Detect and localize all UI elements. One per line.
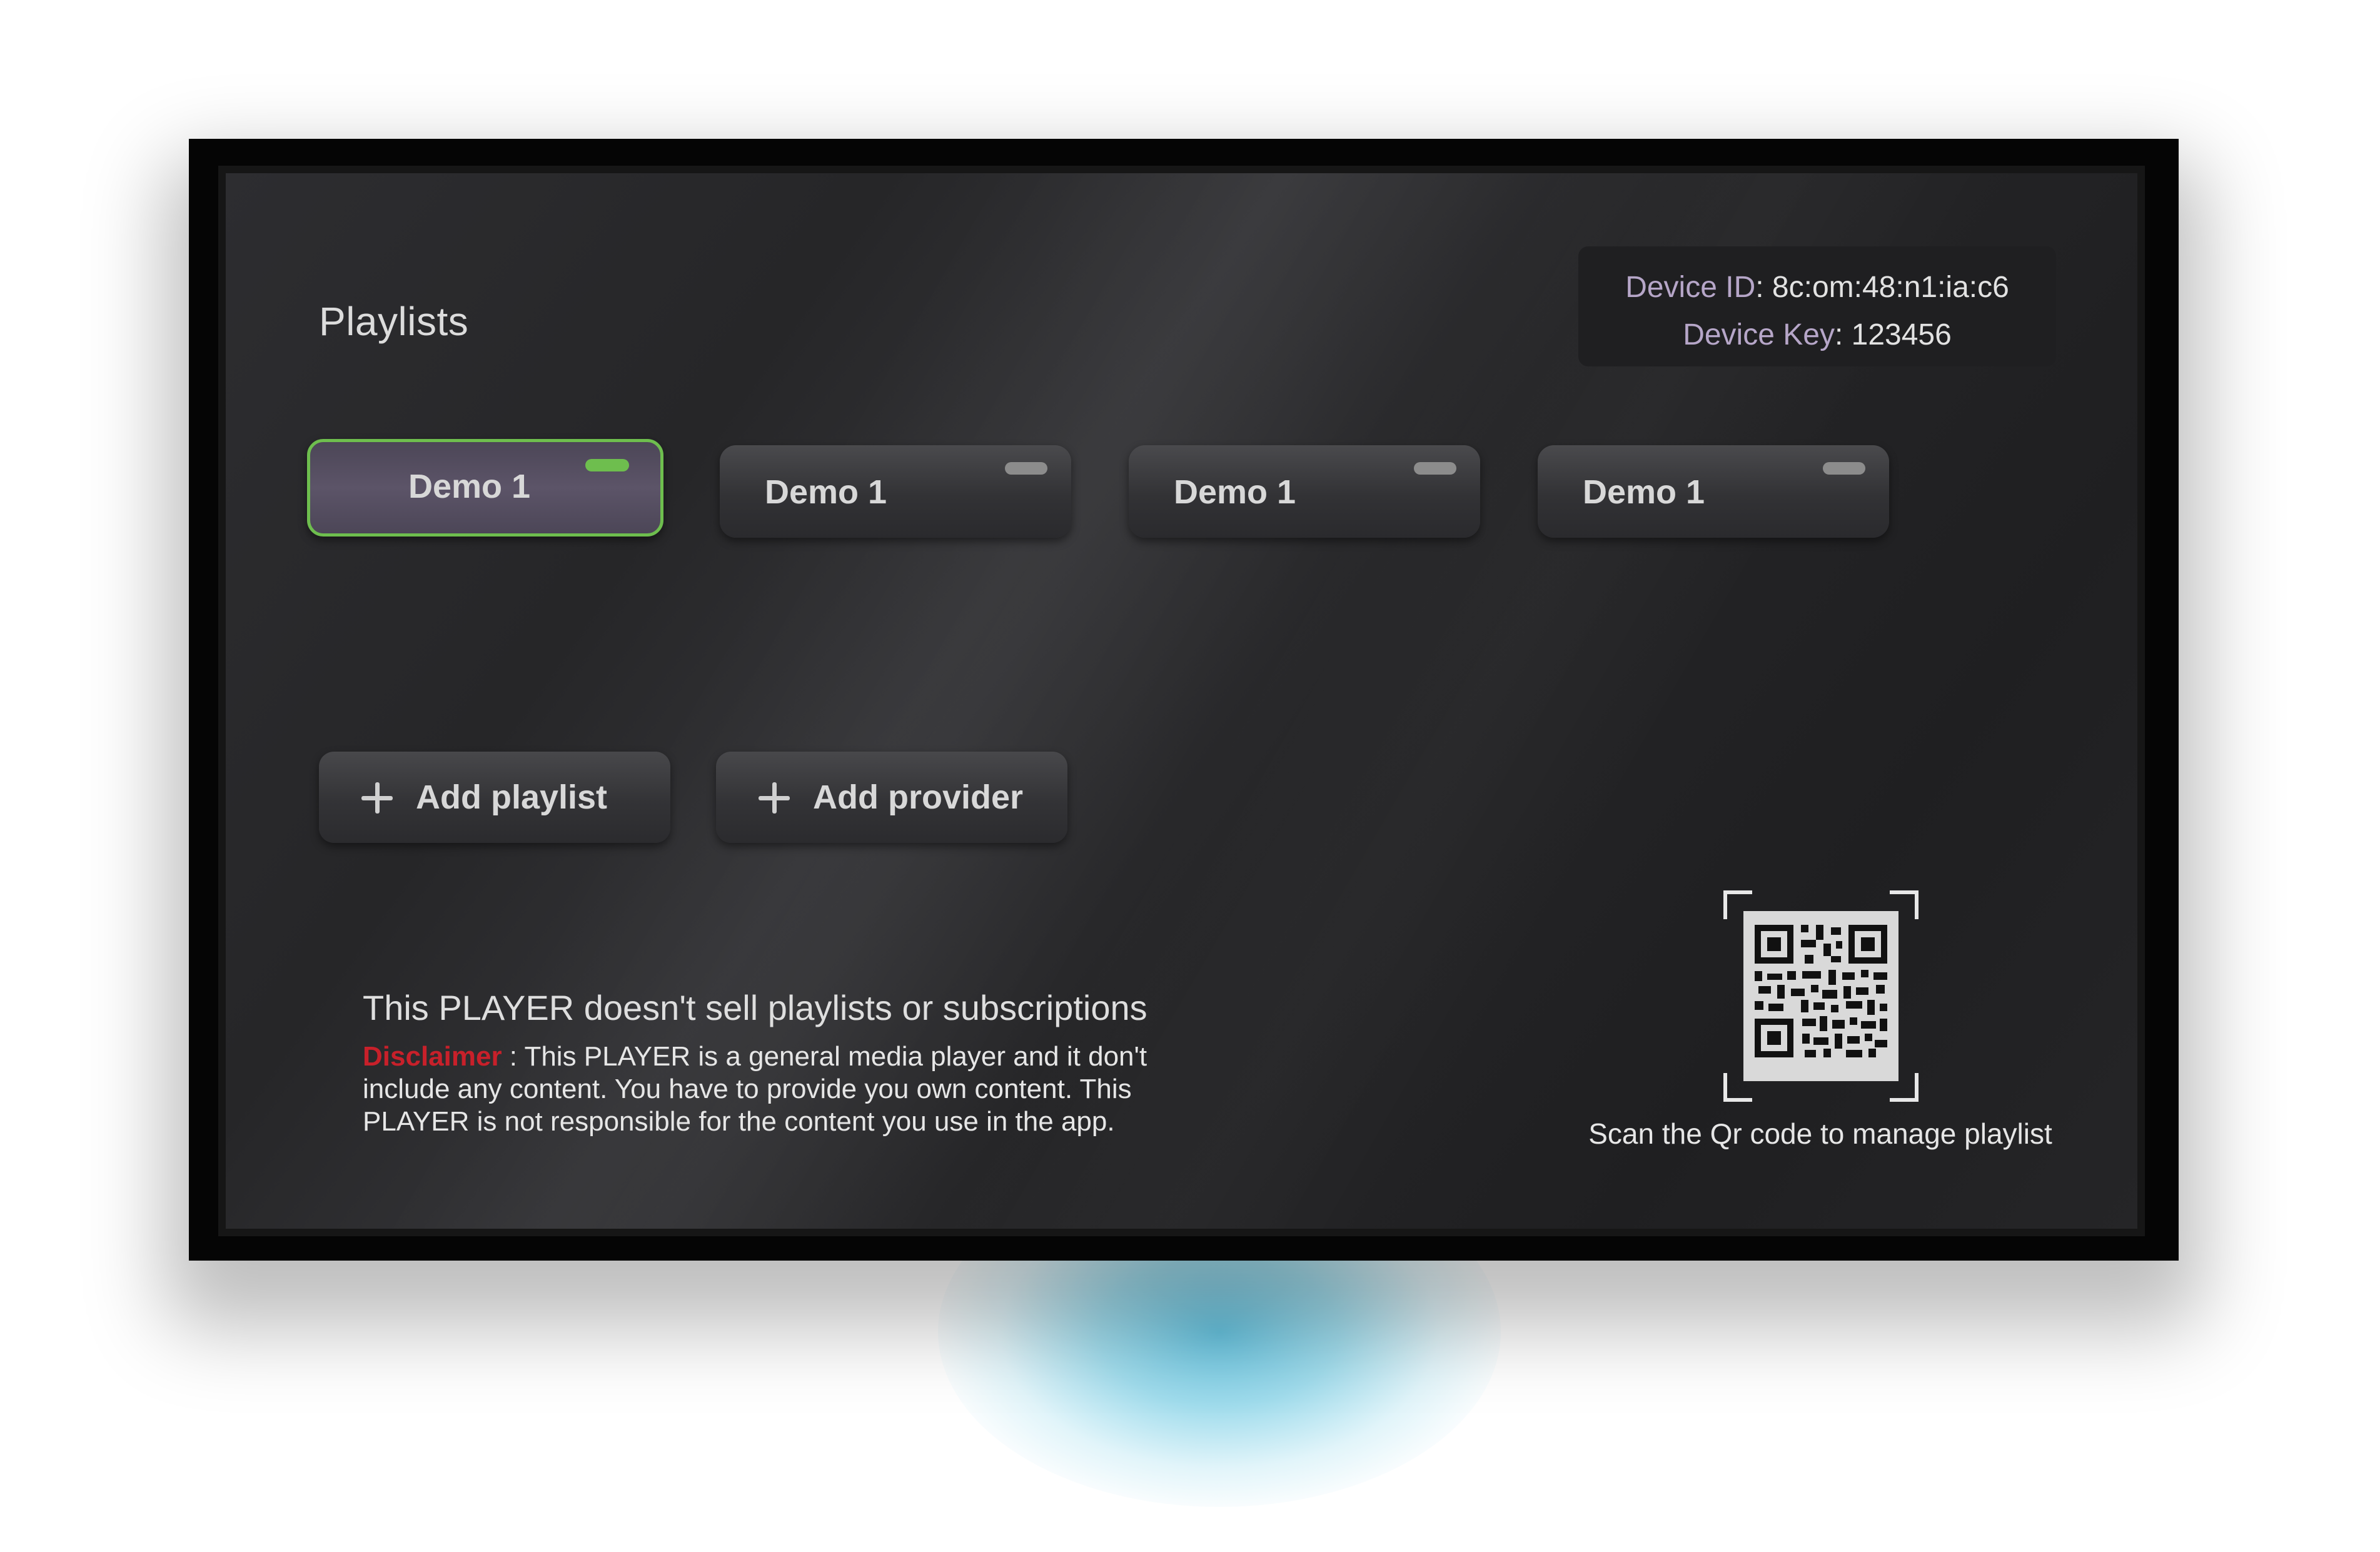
device-id-label: Device ID: [1625, 271, 1756, 304]
disclaimer-headline: This PLAYER doesn't sell playlists or su…: [363, 988, 1147, 1027]
playlist-status-indicator: [1005, 462, 1047, 475]
device-info-box: Device ID: 8c:om:48:n1:ia:c6 Device Key:…: [1578, 246, 2056, 366]
disclaimer-tag: Disclaimer: [363, 1041, 502, 1072]
playlist-status-indicator: [1414, 462, 1456, 475]
device-id-row: Device ID: 8c:om:48:n1:ia:c6: [1625, 271, 2009, 304]
disclaimer-section: This PLAYER doesn't sell playlists or su…: [363, 987, 1188, 1138]
playlist-card-label: Demo 1: [1174, 473, 1296, 511]
add-provider-button[interactable]: Add provider: [716, 752, 1067, 843]
page-title: Playlists: [319, 299, 469, 344]
add-playlist-label: Add playlist: [416, 779, 608, 816]
playlist-card-label: Demo 1: [1583, 473, 1705, 511]
plus-icon: [361, 782, 393, 814]
device-id-value: 8c:om:48:n1:ia:c6: [1772, 271, 2009, 304]
add-provider-label: Add provider: [813, 779, 1024, 816]
qr-section: Scan the Qr code to manage playlist: [1583, 890, 2058, 1166]
plus-icon: [759, 782, 790, 814]
disclaimer-body: Disclaimer : This PLAYER is a general me…: [363, 1041, 1188, 1138]
playlist-card[interactable]: Demo 1: [720, 445, 1071, 538]
playlist-status-indicator: [585, 459, 629, 471]
qr-caption: Scan the Qr code to manage playlist: [1588, 1117, 2052, 1150]
qr-scan-frame: [1723, 890, 1919, 1102]
tv-screen: Playlists Device ID: 8c:om:48:n1:ia:c6 D…: [218, 166, 2145, 1236]
qr-code-icon: [1743, 911, 1898, 1081]
playlist-card[interactable]: Demo 1: [307, 439, 663, 537]
playlist-card[interactable]: Demo 1: [1129, 445, 1480, 538]
add-playlist-button[interactable]: Add playlist: [319, 752, 670, 843]
playlist-card[interactable]: Demo 1: [1538, 445, 1889, 538]
playlist-list: Demo 1 Demo 1 Demo 1 Demo 1: [307, 439, 1933, 539]
device-key-value: 123456: [1851, 318, 1952, 351]
playlist-status-indicator: [1823, 462, 1865, 475]
playlist-card-label: Demo 1: [765, 473, 887, 511]
playlist-card-label: Demo 1: [408, 468, 531, 505]
tv-frame: Playlists Device ID: 8c:om:48:n1:ia:c6 D…: [189, 139, 2179, 1261]
device-key-row: Device Key: 123456: [1683, 318, 1952, 351]
device-key-label: Device Key: [1683, 318, 1835, 351]
